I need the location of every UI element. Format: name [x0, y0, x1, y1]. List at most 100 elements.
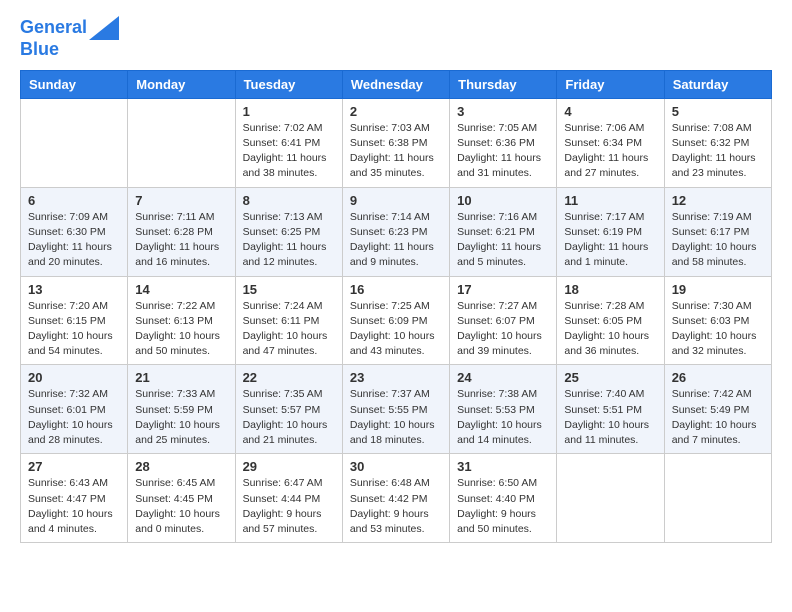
day-info: Sunrise: 7:30 AMSunset: 6:03 PMDaylight:… [672, 299, 764, 360]
calendar-cell [557, 454, 664, 543]
day-info: Sunrise: 7:25 AMSunset: 6:09 PMDaylight:… [350, 299, 442, 360]
day-info: Sunrise: 6:48 AMSunset: 4:42 PMDaylight:… [350, 476, 442, 537]
day-number: 10 [457, 193, 549, 208]
day-number: 11 [564, 193, 656, 208]
calendar-cell: 10 Sunrise: 7:16 AMSunset: 6:21 PMDayligh… [450, 187, 557, 276]
day-info: Sunrise: 7:24 AMSunset: 6:11 PMDaylight:… [243, 299, 335, 360]
day-info: Sunrise: 7:09 AMSunset: 6:30 PMDaylight:… [28, 210, 120, 271]
calendar-week-row: 13 Sunrise: 7:20 AMSunset: 6:15 PMDayligh… [21, 276, 772, 365]
day-of-week-header: Monday [128, 70, 235, 98]
day-of-week-header: Sunday [21, 70, 128, 98]
day-number: 28 [135, 459, 227, 474]
day-number: 31 [457, 459, 549, 474]
calendar-cell: 13 Sunrise: 7:20 AMSunset: 6:15 PMDayligh… [21, 276, 128, 365]
day-number: 13 [28, 282, 120, 297]
day-of-week-header: Tuesday [235, 70, 342, 98]
calendar-cell: 7 Sunrise: 7:11 AMSunset: 6:28 PMDaylight… [128, 187, 235, 276]
day-info: Sunrise: 7:33 AMSunset: 5:59 PMDaylight:… [135, 387, 227, 448]
calendar-cell: 11 Sunrise: 7:17 AMSunset: 6:19 PMDayligh… [557, 187, 664, 276]
day-of-week-header: Wednesday [342, 70, 449, 98]
calendar-cell: 14Sunrise: 7:22 AMSunset: 6:13 PMDayligh… [128, 276, 235, 365]
day-number: 27 [28, 459, 120, 474]
calendar-cell: 8 Sunrise: 7:13 AMSunset: 6:25 PMDaylight… [235, 187, 342, 276]
day-info: Sunrise: 7:37 AMSunset: 5:55 PMDaylight:… [350, 387, 442, 448]
day-number: 8 [243, 193, 335, 208]
calendar-cell: 4Sunrise: 7:06 AMSunset: 6:34 PMDaylight… [557, 98, 664, 187]
day-info: Sunrise: 7:02 AMSunset: 6:41 PMDaylight:… [243, 121, 335, 182]
calendar-cell: 28 Sunrise: 6:45 AMSunset: 4:45 PMDayligh… [128, 454, 235, 543]
day-info: Sunrise: 7:27 AMSunset: 6:07 PMDaylight:… [457, 299, 549, 360]
day-number: 23 [350, 370, 442, 385]
day-number: 4 [564, 104, 656, 119]
day-info: Sunrise: 6:43 AMSunset: 4:47 PMDaylight:… [28, 476, 120, 537]
calendar-cell: 20 Sunrise: 7:32 AMSunset: 6:01 PMDayligh… [21, 365, 128, 454]
day-number: 17 [457, 282, 549, 297]
day-info: Sunrise: 7:16 AMSunset: 6:21 PMDaylight:… [457, 210, 549, 271]
day-number: 2 [350, 104, 442, 119]
day-number: 24 [457, 370, 549, 385]
calendar-cell [128, 98, 235, 187]
calendar-cell: 26Sunrise: 7:42 AMSunset: 5:49 PMDayligh… [664, 365, 771, 454]
calendar-cell: 2 Sunrise: 7:03 AMSunset: 6:38 PMDaylight… [342, 98, 449, 187]
calendar-cell: 6 Sunrise: 7:09 AMSunset: 6:30 PMDaylight… [21, 187, 128, 276]
day-info: Sunrise: 7:19 AMSunset: 6:17 PMDaylight:… [672, 210, 764, 271]
day-number: 12 [672, 193, 764, 208]
calendar-cell: 9Sunrise: 7:14 AMSunset: 6:23 PMDaylight… [342, 187, 449, 276]
day-info: Sunrise: 6:50 AMSunset: 4:40 PMDaylight:… [457, 476, 549, 537]
calendar-cell: 30 Sunrise: 6:48 AMSunset: 4:42 PMDayligh… [342, 454, 449, 543]
day-number: 14 [135, 282, 227, 297]
logo: General Blue [20, 16, 119, 60]
logo-text: General [20, 18, 87, 38]
day-number: 3 [457, 104, 549, 119]
day-info: Sunrise: 7:03 AMSunset: 6:38 PMDaylight:… [350, 121, 442, 182]
page-container: General Blue SundayMondayTuesdayWednesda… [0, 0, 792, 563]
calendar-cell: 21 Sunrise: 7:33 AMSunset: 5:59 PMDayligh… [128, 365, 235, 454]
day-number: 18 [564, 282, 656, 297]
calendar-cell: 29Sunrise: 6:47 AMSunset: 4:44 PMDayligh… [235, 454, 342, 543]
day-info: Sunrise: 7:05 AMSunset: 6:36 PMDaylight:… [457, 121, 549, 182]
calendar-week-row: 27 Sunrise: 6:43 AMSunset: 4:47 PMDayligh… [21, 454, 772, 543]
day-info: Sunrise: 7:35 AMSunset: 5:57 PMDaylight:… [243, 387, 335, 448]
day-number: 22 [243, 370, 335, 385]
calendar-cell: 23 Sunrise: 7:37 AMSunset: 5:55 PMDayligh… [342, 365, 449, 454]
day-of-week-header: Friday [557, 70, 664, 98]
calendar-cell: 22 Sunrise: 7:35 AMSunset: 5:57 PMDayligh… [235, 365, 342, 454]
calendar-cell: 27 Sunrise: 6:43 AMSunset: 4:47 PMDayligh… [21, 454, 128, 543]
day-info: Sunrise: 7:20 AMSunset: 6:15 PMDaylight:… [28, 299, 120, 360]
day-info: Sunrise: 7:13 AMSunset: 6:25 PMDaylight:… [243, 210, 335, 271]
day-info: Sunrise: 7:42 AMSunset: 5:49 PMDaylight:… [672, 387, 764, 448]
day-number: 1 [243, 104, 335, 119]
day-info: Sunrise: 7:11 AMSunset: 6:28 PMDaylight:… [135, 210, 227, 271]
day-number: 19 [672, 282, 764, 297]
calendar-cell: 17 Sunrise: 7:27 AMSunset: 6:07 PMDayligh… [450, 276, 557, 365]
calendar-cell [21, 98, 128, 187]
day-number: 20 [28, 370, 120, 385]
day-info: Sunrise: 7:17 AMSunset: 6:19 PMDaylight:… [564, 210, 656, 271]
calendar-cell: 16Sunrise: 7:25 AMSunset: 6:09 PMDayligh… [342, 276, 449, 365]
day-number: 15 [243, 282, 335, 297]
calendar-cell: 18Sunrise: 7:28 AMSunset: 6:05 PMDayligh… [557, 276, 664, 365]
day-info: Sunrise: 7:32 AMSunset: 6:01 PMDaylight:… [28, 387, 120, 448]
day-of-week-header: Thursday [450, 70, 557, 98]
calendar-cell: 15 Sunrise: 7:24 AMSunset: 6:11 PMDayligh… [235, 276, 342, 365]
calendar-cell [664, 454, 771, 543]
day-number: 29 [243, 459, 335, 474]
logo-icon [89, 16, 119, 40]
day-number: 6 [28, 193, 120, 208]
day-number: 25 [564, 370, 656, 385]
day-info: Sunrise: 7:38 AMSunset: 5:53 PMDaylight:… [457, 387, 549, 448]
day-of-week-header: Saturday [664, 70, 771, 98]
calendar-cell: 19 Sunrise: 7:30 AMSunset: 6:03 PMDayligh… [664, 276, 771, 365]
calendar-cell: 1 Sunrise: 7:02 AMSunset: 6:41 PMDaylight… [235, 98, 342, 187]
day-info: Sunrise: 6:45 AMSunset: 4:45 PMDaylight:… [135, 476, 227, 537]
day-info: Sunrise: 7:14 AMSunset: 6:23 PMDaylight:… [350, 210, 442, 271]
day-number: 7 [135, 193, 227, 208]
day-number: 30 [350, 459, 442, 474]
calendar-cell: 31 Sunrise: 6:50 AMSunset: 4:40 PMDayligh… [450, 454, 557, 543]
calendar-week-row: 1 Sunrise: 7:02 AMSunset: 6:41 PMDaylight… [21, 98, 772, 187]
calendar-cell: 24 Sunrise: 7:38 AMSunset: 5:53 PMDayligh… [450, 365, 557, 454]
calendar-cell: 5Sunrise: 7:08 AMSunset: 6:32 PMDaylight… [664, 98, 771, 187]
logo-blue-text: Blue [20, 40, 119, 60]
calendar-table: SundayMondayTuesdayWednesdayThursdayFrid… [20, 70, 772, 543]
day-number: 21 [135, 370, 227, 385]
